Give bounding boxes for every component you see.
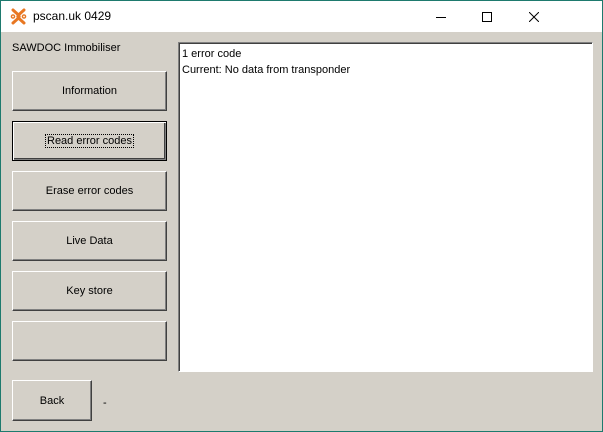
read-error-codes-button-label: Read error codes bbox=[45, 134, 134, 148]
title-bar[interactable]: pscan.uk 0429 bbox=[1, 1, 602, 32]
blank-button[interactable] bbox=[12, 321, 167, 361]
live-data-button[interactable]: Live Data bbox=[12, 221, 167, 261]
result-line: Current: No data from transponder bbox=[182, 64, 351, 76]
maximize-button[interactable] bbox=[464, 1, 510, 32]
close-button[interactable] bbox=[510, 1, 602, 32]
client-area: SAWDOC Immobiliser Information Read erro… bbox=[1, 32, 602, 431]
minimize-icon bbox=[436, 16, 446, 18]
close-icon bbox=[529, 11, 539, 22]
app-logo-icon bbox=[10, 8, 27, 25]
maximize-icon bbox=[482, 11, 492, 22]
status-text: - bbox=[103, 397, 107, 409]
back-button[interactable]: Back bbox=[12, 380, 92, 421]
erase-error-codes-button-label: Erase error codes bbox=[45, 185, 134, 197]
erase-error-codes-button[interactable]: Erase error codes bbox=[12, 171, 167, 211]
information-button-label: Information bbox=[61, 85, 118, 97]
window-title: pscan.uk 0429 bbox=[33, 9, 112, 23]
module-heading: SAWDOC Immobiliser bbox=[12, 42, 121, 54]
results-textbox[interactable]: 1 error code Current: No data from trans… bbox=[178, 42, 593, 372]
information-button[interactable]: Information bbox=[12, 71, 167, 111]
result-line: 1 error code bbox=[182, 48, 242, 60]
app-window: pscan.uk 0429 SAWDOC Immobiliser Informa… bbox=[0, 0, 603, 432]
read-error-codes-button[interactable]: Read error codes bbox=[12, 121, 167, 161]
back-button-label: Back bbox=[39, 394, 65, 407]
minimize-button[interactable] bbox=[418, 1, 464, 32]
key-store-button[interactable]: Key store bbox=[12, 271, 167, 311]
key-store-button-label: Key store bbox=[66, 285, 113, 297]
live-data-button-label: Live Data bbox=[66, 235, 113, 247]
